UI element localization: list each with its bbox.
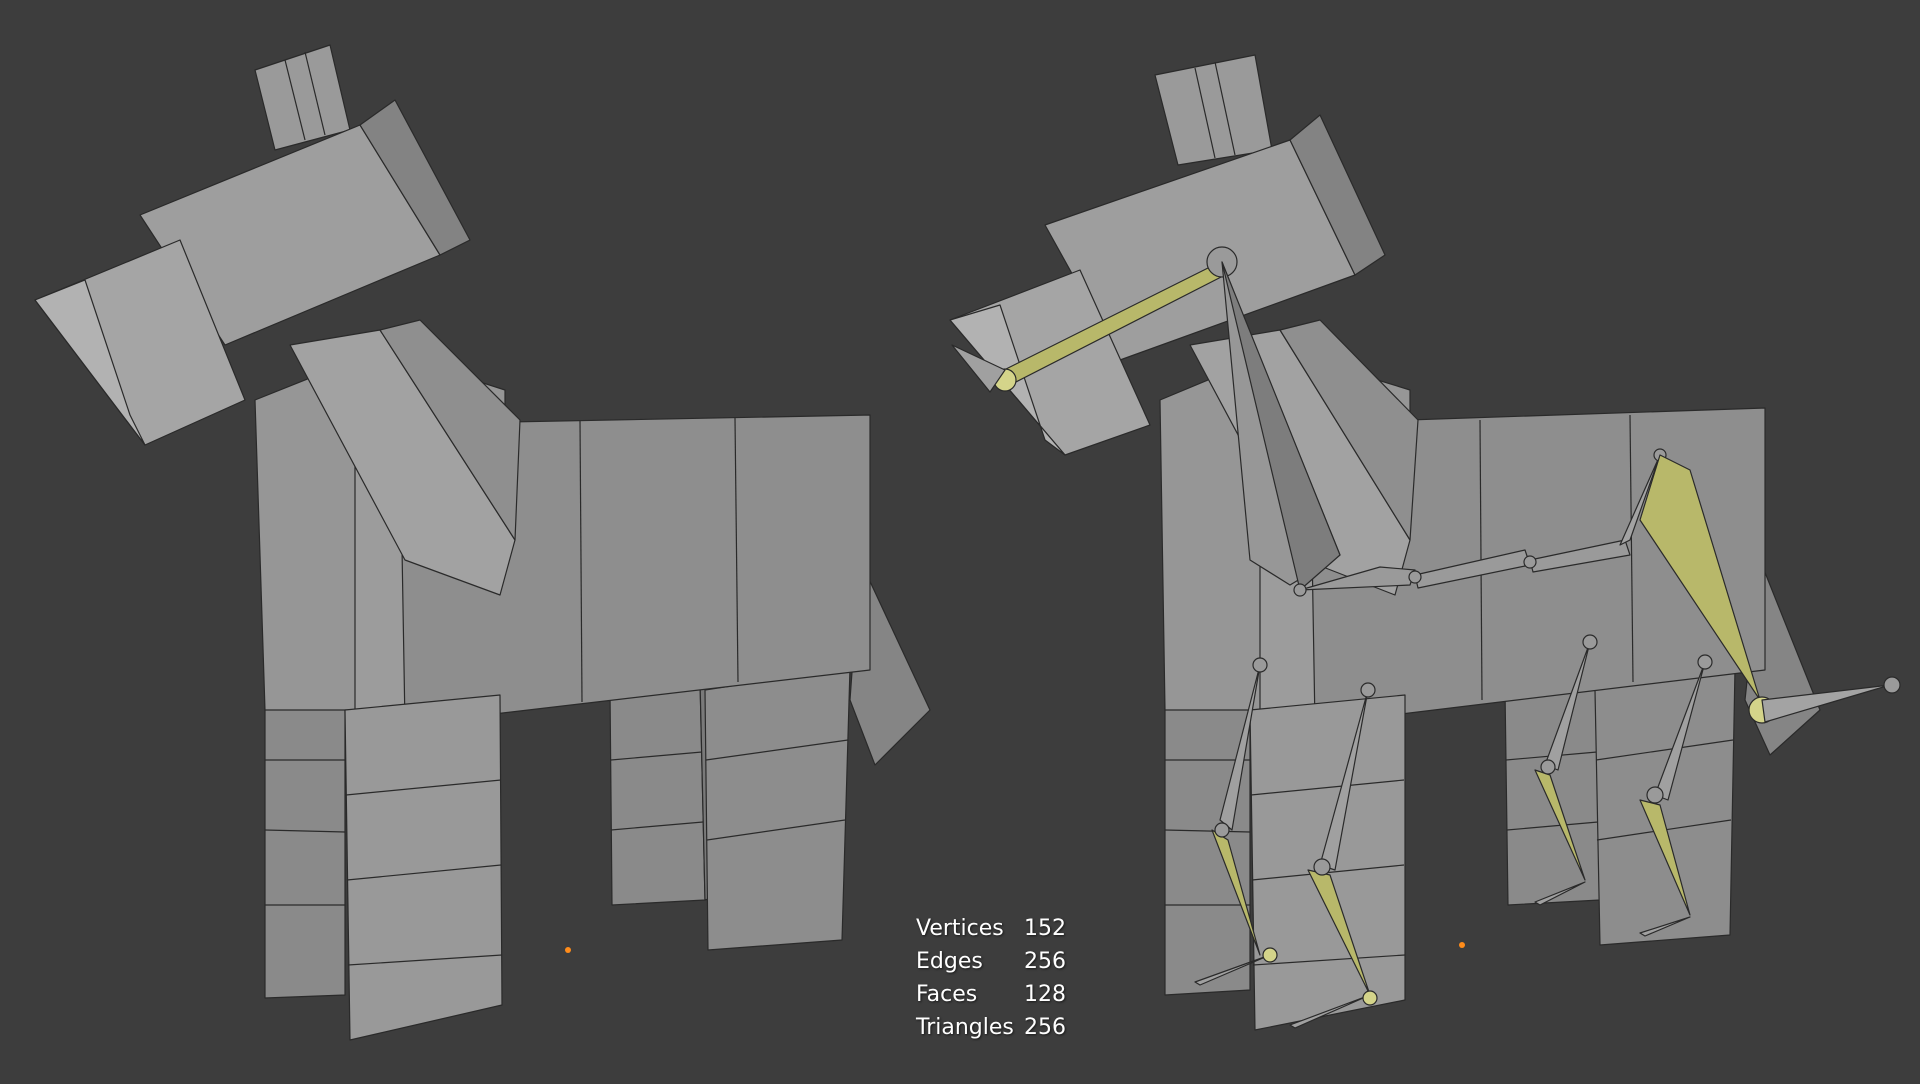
stat-label: Vertices — [916, 916, 1004, 941]
scene-statistics-overlay: Vertices 152 Edges 256 Faces 128 Triangl… — [916, 912, 1084, 1044]
stat-value: 256 — [1024, 949, 1066, 974]
stat-row-faces: Faces 128 — [916, 978, 1084, 1011]
origin-point-right — [1459, 942, 1465, 948]
stat-value: 152 — [1024, 916, 1066, 941]
origin-point-left — [565, 947, 571, 953]
stat-label: Triangles — [916, 1015, 1014, 1040]
horse-mesh-left[interactable] — [34, 44, 931, 1041]
stat-label: Edges — [916, 949, 983, 974]
stat-label: Faces — [916, 982, 978, 1007]
stat-value: 128 — [1024, 982, 1066, 1007]
stat-row-vertices: Vertices 152 — [916, 912, 1084, 945]
stat-row-edges: Edges 256 — [916, 945, 1084, 978]
stat-row-triangles: Triangles 256 — [916, 1011, 1084, 1044]
stat-value: 256 — [1024, 1015, 1066, 1040]
